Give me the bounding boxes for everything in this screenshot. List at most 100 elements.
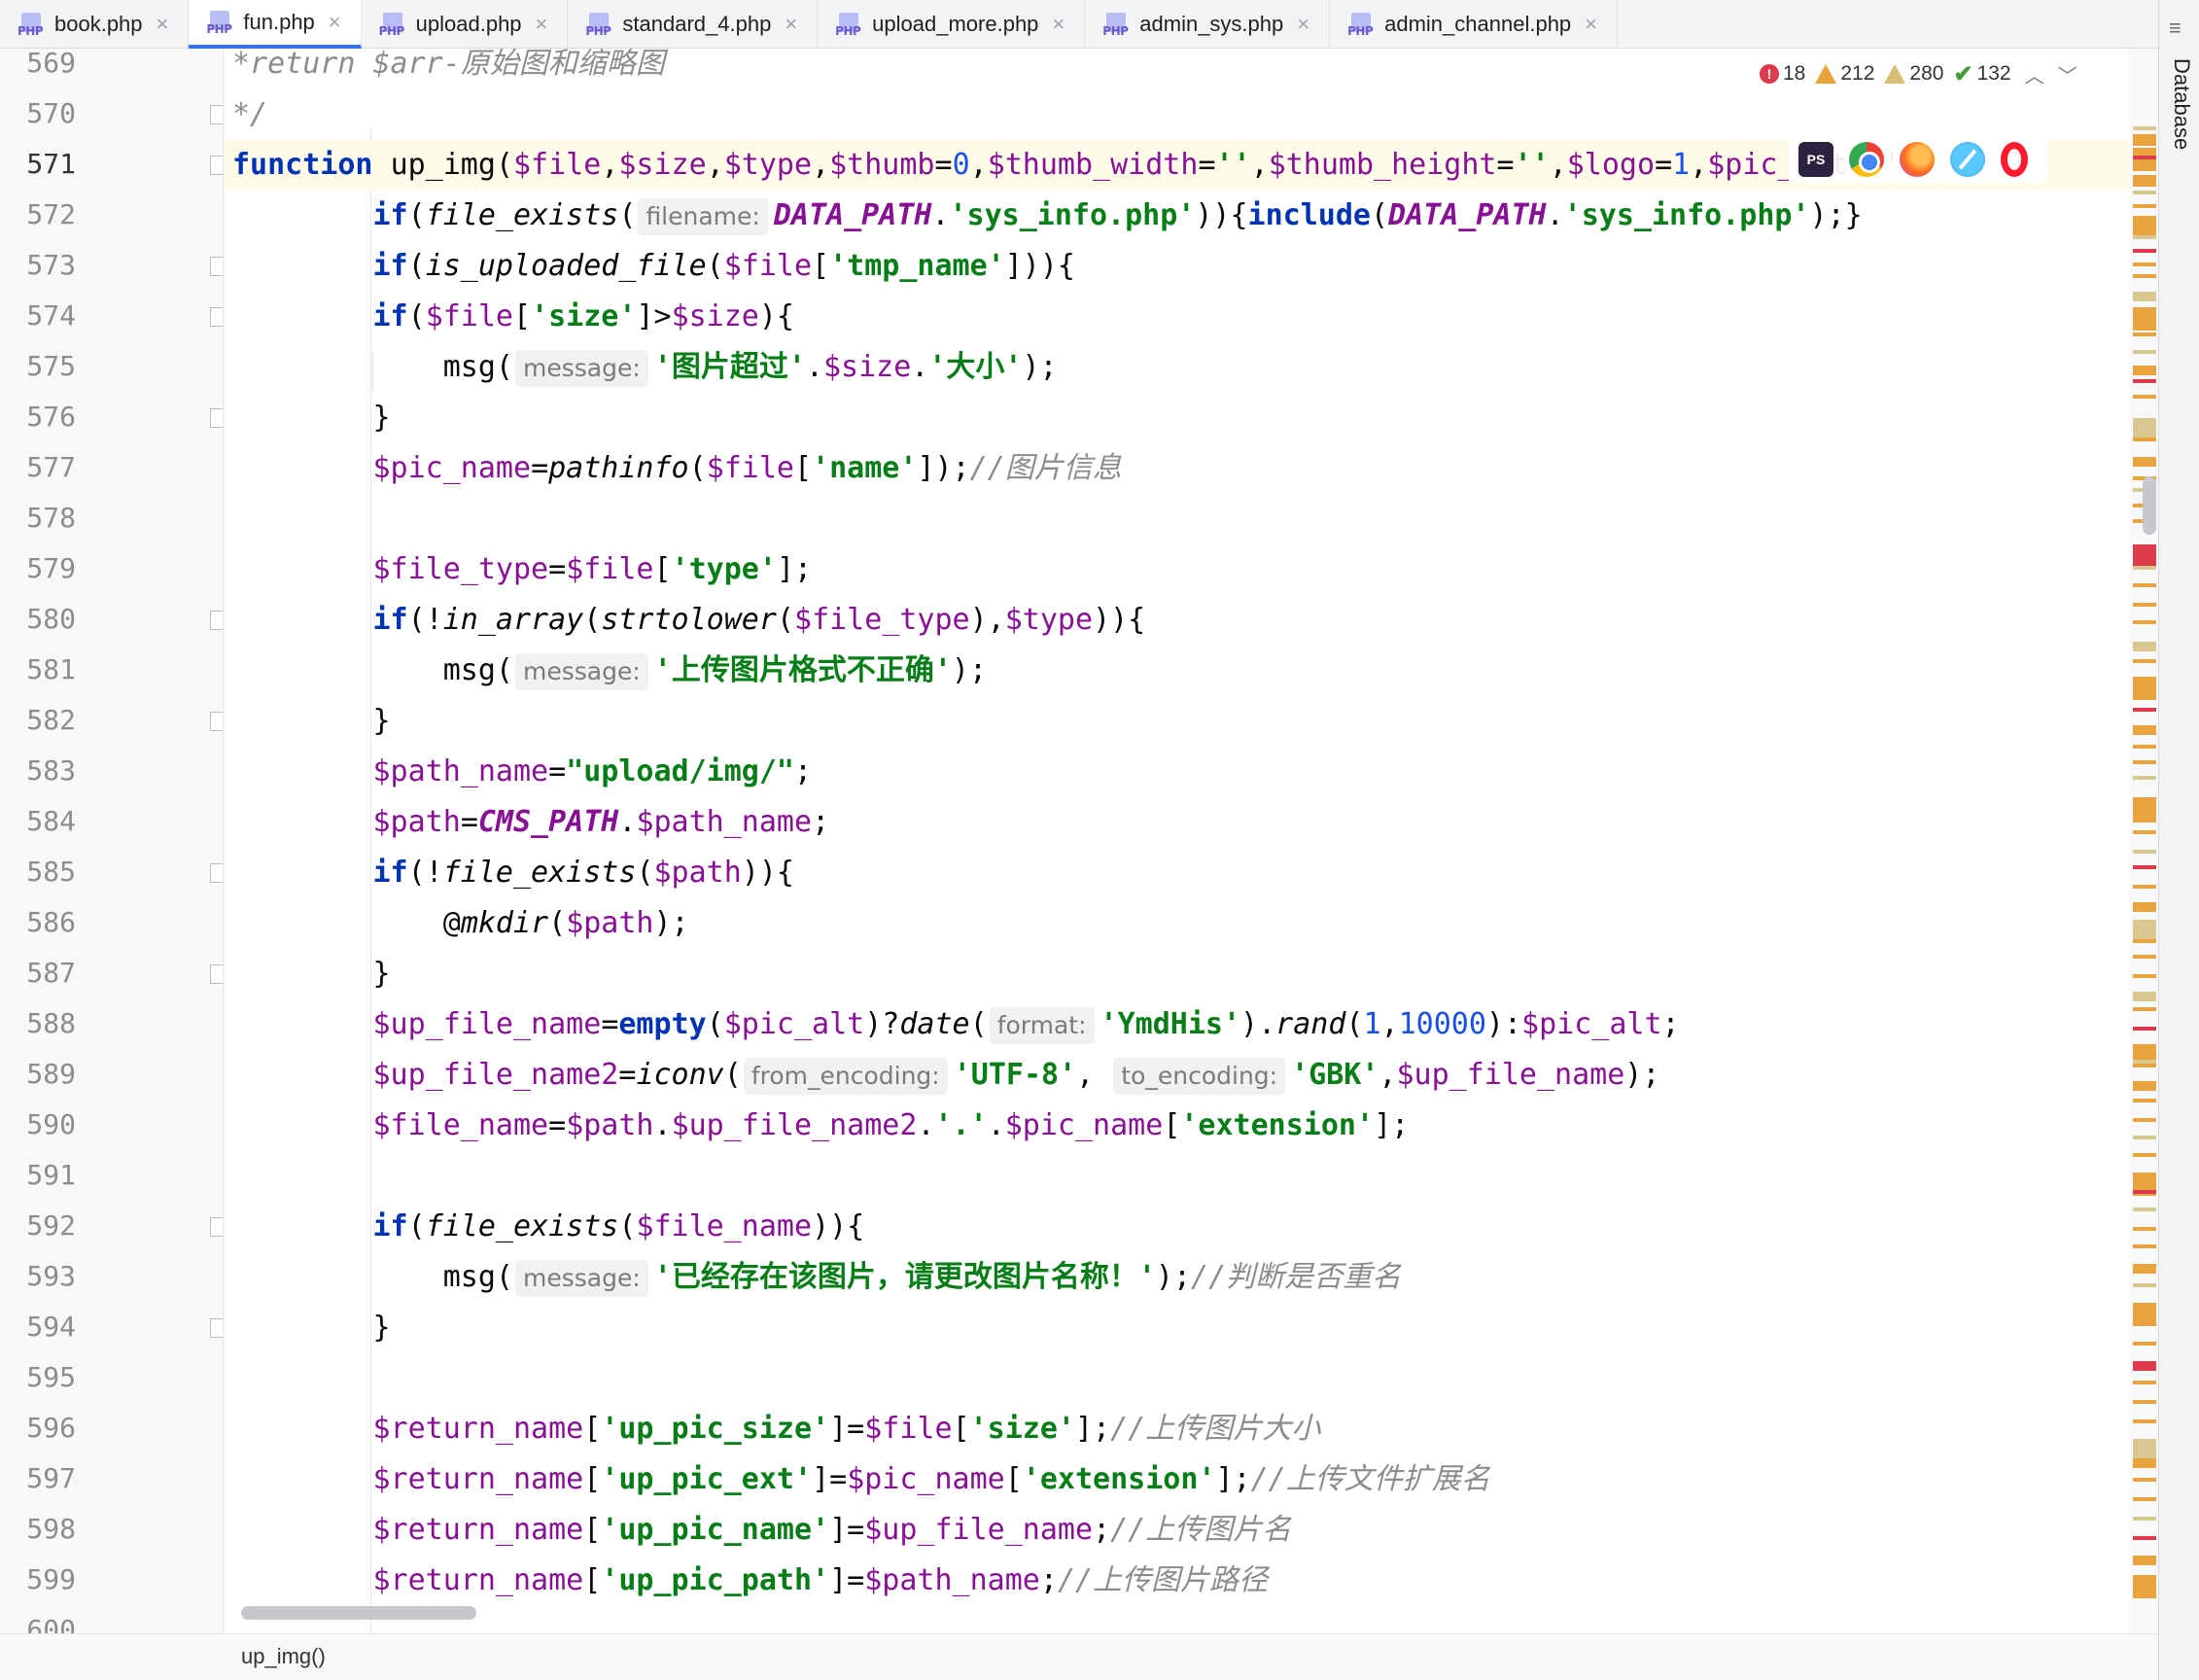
code-line[interactable]: msg(message: '已经存在该图片，请更改图片名称！');//判断是否重名 bbox=[225, 1252, 2129, 1303]
stripe-marker[interactable] bbox=[2133, 1342, 2156, 1346]
code-line[interactable]: $path_name="upload/img/"; bbox=[225, 747, 2129, 797]
stripe-marker[interactable] bbox=[2133, 776, 2156, 780]
code-line[interactable]: msg(message: '上传图片格式不正确'); bbox=[225, 646, 2129, 696]
code-line[interactable]: @mkdir($path); bbox=[225, 898, 2129, 949]
stripe-marker[interactable] bbox=[2133, 1190, 2156, 1194]
fold-marker-icon[interactable] bbox=[210, 964, 223, 984]
stripe-marker[interactable] bbox=[2133, 992, 2156, 1001]
code-line[interactable]: if(!file_exists($path)){ bbox=[225, 848, 2129, 898]
fold-marker-icon[interactable] bbox=[210, 611, 223, 630]
chrome-icon[interactable] bbox=[1849, 142, 1884, 177]
stripe-marker[interactable] bbox=[2133, 235, 2156, 239]
stripe-marker[interactable] bbox=[2133, 307, 2156, 331]
stripe-marker[interactable] bbox=[2133, 974, 2156, 978]
code-line[interactable]: $file_name=$path.$up_file_name2.'.'.$pic… bbox=[225, 1101, 2129, 1151]
code-line[interactable]: $return_name['up_pic_path']=$path_name;/… bbox=[225, 1556, 2129, 1606]
stripe-marker[interactable] bbox=[2133, 457, 2156, 467]
stripe-marker[interactable] bbox=[2133, 1099, 2156, 1102]
firefox-icon[interactable] bbox=[1900, 142, 1935, 177]
code-line[interactable]: $return_name['up_pic_name']=$up_file_nam… bbox=[225, 1505, 2129, 1556]
fold-marker-icon[interactable] bbox=[210, 257, 223, 276]
fold-marker-icon[interactable] bbox=[210, 863, 223, 883]
tab-admin-channel-php[interactable]: PHP admin_channel.php × bbox=[1330, 0, 1619, 49]
errors-count[interactable]: ! 18 bbox=[1760, 62, 1805, 86]
stripe-marker[interactable] bbox=[2133, 955, 2156, 959]
stripe-marker[interactable] bbox=[2133, 885, 2156, 889]
stripe-marker[interactable] bbox=[2133, 156, 2156, 159]
stripe-marker[interactable] bbox=[2133, 1027, 2156, 1031]
stripe-marker[interactable] bbox=[2133, 292, 2156, 301]
stripe-marker[interactable] bbox=[2133, 366, 2156, 375]
stripe-marker[interactable] bbox=[2133, 1478, 2156, 1482]
stripe-marker[interactable] bbox=[2133, 224, 2156, 233]
stripe-marker[interactable] bbox=[2133, 1118, 2156, 1122]
close-icon[interactable]: × bbox=[536, 12, 548, 37]
code-line[interactable] bbox=[225, 494, 2129, 544]
stripe-marker[interactable] bbox=[2133, 1536, 2156, 1540]
stripe-marker[interactable] bbox=[2133, 813, 2156, 822]
tab-upload-more-php[interactable]: PHP upload_more.php × bbox=[818, 0, 1086, 49]
code-line[interactable]: } bbox=[225, 949, 2129, 999]
stripe-marker[interactable] bbox=[2133, 148, 2156, 171]
code-line[interactable]: */ bbox=[225, 89, 2129, 140]
stripe-marker[interactable] bbox=[2133, 1322, 2156, 1326]
close-icon[interactable]: × bbox=[785, 12, 797, 37]
stripe-marker[interactable] bbox=[2133, 1244, 2156, 1248]
stripe-marker[interactable] bbox=[2133, 1497, 2156, 1501]
tab-admin-sys-php[interactable]: PHP admin_sys.php × bbox=[1085, 0, 1331, 49]
code-line[interactable]: $pic_name=pathinfo($file['name']);//图片信息 bbox=[225, 443, 2129, 494]
stripe-marker[interactable] bbox=[2133, 1208, 2156, 1211]
chevron-up-icon[interactable]: ︿ bbox=[2025, 60, 2044, 88]
close-icon[interactable]: × bbox=[1052, 12, 1065, 37]
stripe-marker[interactable] bbox=[2133, 620, 2156, 624]
stripe-marker[interactable] bbox=[2133, 708, 2156, 712]
close-icon[interactable]: × bbox=[1585, 12, 1597, 37]
error-stripe[interactable] bbox=[2133, 126, 2156, 1604]
code-line[interactable]: } bbox=[225, 696, 2129, 747]
stripe-marker[interactable] bbox=[2133, 830, 2156, 834]
typos-count[interactable]: ✔ 132 bbox=[1953, 60, 2010, 88]
stripe-marker[interactable] bbox=[2133, 1361, 2156, 1371]
stripe-marker[interactable] bbox=[2133, 379, 2156, 383]
breadcrumb[interactable]: up_img() bbox=[241, 1644, 326, 1669]
safari-icon[interactable] bbox=[1950, 142, 1985, 177]
stripe-marker[interactable] bbox=[2133, 642, 2156, 651]
stripe-marker[interactable] bbox=[2133, 204, 2156, 208]
code-line[interactable] bbox=[225, 1151, 2129, 1202]
code-line[interactable]: $file_type=$file['type']; bbox=[225, 544, 2129, 595]
stripe-marker[interactable] bbox=[2133, 1400, 2156, 1404]
stripe-marker[interactable] bbox=[2133, 1264, 2156, 1274]
fold-marker-icon[interactable] bbox=[210, 105, 223, 124]
weak-warnings-count[interactable]: 280 bbox=[1884, 62, 1943, 86]
stripe-marker[interactable] bbox=[2133, 1153, 2156, 1157]
stripe-marker[interactable] bbox=[2133, 1081, 2156, 1091]
code-line[interactable]: if(file_exists($file_name)){ bbox=[225, 1202, 2129, 1252]
stripe-marker[interactable] bbox=[2133, 1381, 2156, 1384]
stripe-marker[interactable] bbox=[2133, 249, 2156, 253]
code-line[interactable]: if(!in_array(strtolower($file_type),$typ… bbox=[225, 595, 2129, 646]
stripe-marker[interactable] bbox=[2133, 939, 2156, 943]
code-line[interactable] bbox=[225, 1353, 2129, 1404]
stripe-marker[interactable] bbox=[2133, 321, 2156, 325]
database-tool-window-button[interactable]: Database bbox=[2169, 58, 2194, 150]
chevron-down-icon[interactable]: ﹀ bbox=[2058, 60, 2077, 88]
stripe-marker[interactable] bbox=[2133, 163, 2156, 167]
close-icon[interactable]: × bbox=[157, 12, 169, 37]
stripe-marker[interactable] bbox=[2133, 126, 2156, 130]
code-line[interactable]: $up_file_name2=iconv(from_encoding: 'UTF-… bbox=[225, 1050, 2129, 1101]
warnings-count[interactable]: 212 bbox=[1815, 62, 1874, 86]
code-line[interactable]: $return_name['up_pic_ext']=$pic_name['ex… bbox=[225, 1454, 2129, 1505]
stripe-marker[interactable] bbox=[2133, 1227, 2156, 1231]
code-line[interactable]: if(is_uploaded_file($file['tmp_name'])){ bbox=[225, 241, 2129, 292]
inspections-widget[interactable]: ! 18 212 280 ✔ 132 ︿ ﹀ bbox=[1750, 52, 2087, 95]
stripe-marker[interactable] bbox=[2133, 183, 2156, 187]
stripe-marker[interactable] bbox=[2133, 566, 2156, 570]
code-editor[interactable]: *return $arr-原始图和缩略图 */function up_img($f… bbox=[225, 49, 2129, 1633]
stripe-marker[interactable] bbox=[2133, 745, 2156, 749]
stripe-marker[interactable] bbox=[2133, 690, 2156, 694]
stripe-marker[interactable] bbox=[2133, 1575, 2156, 1598]
stripe-marker[interactable] bbox=[2133, 142, 2156, 146]
close-icon[interactable]: × bbox=[1297, 12, 1309, 37]
stripe-marker[interactable] bbox=[2133, 1458, 2156, 1468]
fold-marker-icon[interactable] bbox=[210, 156, 223, 175]
